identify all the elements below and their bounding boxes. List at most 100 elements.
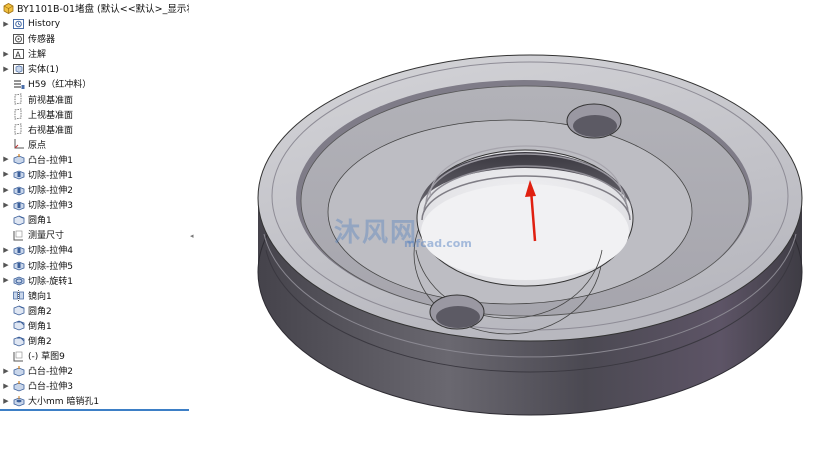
tree-item[interactable]: ▶ 测量尺寸 [0, 227, 189, 242]
tree-item[interactable]: ▶ 切除-旋转1 [0, 273, 189, 288]
expand-arrow-icon[interactable]: ▶ [0, 367, 12, 375]
sketch-icon [13, 230, 23, 241]
tree-item-label: 圆角1 [28, 216, 52, 227]
cut-extrude-icon [13, 186, 25, 196]
tree-item[interactable]: ▶ H59（红冲料） [0, 76, 189, 91]
tree-item[interactable]: ▶ 大小mm 暗销孔1 [0, 393, 189, 408]
tree-title-label: BY1101B-01堵盘 (默认<<默认>_显示状态 1> [17, 4, 189, 15]
part-icon [3, 3, 14, 14]
expand-arrow-icon[interactable]: ▶ [0, 186, 12, 194]
tree-item-label: 上视基准面 [28, 110, 74, 121]
solid-bodies-icon [13, 63, 24, 74]
tree-item-label: 倒角1 [28, 321, 52, 332]
tree-item[interactable]: ▶ 凸台-拉伸3 [0, 378, 189, 393]
expand-arrow-icon[interactable]: ▶ [0, 201, 12, 209]
spacer: ▶ [0, 140, 12, 148]
tree-item-label: 切除-拉伸4 [28, 246, 73, 257]
tree-item-label: 切除-拉伸5 [28, 261, 73, 272]
plane-icon [14, 123, 22, 135]
plane-icon [14, 108, 22, 120]
watermark-url: mfcad.com [404, 237, 472, 250]
expand-arrow-icon[interactable]: ▶ [0, 382, 12, 390]
tree-item[interactable]: ▶ 凸台-拉伸1 [0, 152, 189, 167]
spacer: ▶ [0, 95, 12, 103]
tree-item[interactable]: ▶ A 注解 [0, 46, 189, 61]
fillet-icon [13, 305, 25, 316]
tree-item-label: 实体(1) [28, 65, 59, 76]
tree-rollback-bar[interactable] [0, 409, 189, 411]
tree-item[interactable]: ▶ 切除-拉伸5 [0, 258, 189, 273]
tree-item-label: (-) 草图9 [28, 352, 65, 363]
tree-item-label: 切除-拉伸2 [28, 186, 73, 197]
cut-extrude-icon [13, 171, 25, 180]
expand-arrow-icon[interactable]: ▶ [0, 65, 12, 73]
tree-item[interactable]: ▶ 切除-拉伸4 [0, 242, 189, 257]
tree-item-label: 右视基准面 [28, 125, 74, 136]
tree-item[interactable]: ▶ 前视基准面 [0, 91, 189, 106]
expand-arrow-icon[interactable]: ▶ [0, 50, 12, 58]
tree-root-part[interactable]: BY1101B-01堵盘 (默认<<默认>_显示状态 1> [0, 0, 189, 16]
expand-arrow-icon[interactable]: ▶ [0, 397, 12, 405]
boss-extrude-icon [13, 380, 25, 392]
tree-item[interactable]: ▶ 圆角2 [0, 303, 189, 318]
spacer: ▶ [0, 125, 12, 133]
tree-item[interactable]: ▶ 圆角1 [0, 212, 189, 227]
tree-item-label: 原点 [28, 140, 47, 151]
tree-item[interactable]: ▶ 切除-拉伸2 [0, 182, 189, 197]
tree-item[interactable]: ▶ 倒角1 [0, 318, 189, 333]
collapse-handle-icon[interactable]: ◂ [190, 232, 194, 240]
plane-icon [14, 93, 22, 105]
tree-item-label: 凸台-拉伸3 [28, 382, 73, 393]
cut-extrude-icon [13, 201, 25, 211]
tree-item[interactable]: ▶ 凸台-拉伸2 [0, 363, 189, 378]
fillet-icon [13, 215, 25, 226]
tree-item[interactable]: ▶ 传感器 [0, 31, 189, 46]
expand-arrow-icon[interactable]: ▶ [0, 20, 12, 28]
spacer: ▶ [0, 231, 12, 239]
expand-arrow-icon[interactable]: ▶ [0, 261, 12, 269]
tree-item[interactable]: ▶ 切除-拉伸3 [0, 197, 189, 212]
spacer: ▶ [0, 337, 12, 345]
tree-item-label: 注解 [28, 50, 47, 61]
annotation-icon: A [13, 48, 24, 59]
tree-item[interactable]: ▶ 切除-拉伸1 [0, 167, 189, 182]
tree-item[interactable]: ▶ 上视基准面 [0, 107, 189, 122]
sketch-icon [13, 351, 23, 362]
tree-item-label: 测量尺寸 [28, 231, 65, 242]
tree-item-label: History [28, 18, 61, 29]
tree-item-label: 切除-拉伸3 [28, 201, 73, 212]
material-icon [14, 80, 25, 89]
cut-extrude-icon [13, 246, 25, 256]
feature-manager-tree: BY1101B-01堵盘 (默认<<默认>_显示状态 1> ▶ History ▶ 传… [0, 0, 190, 471]
spacer: ▶ [0, 80, 12, 88]
mirror-icon [13, 290, 24, 302]
spacer: ▶ [0, 321, 12, 329]
origin-icon [14, 139, 24, 149]
tree-item[interactable]: ▶ (-) 草图9 [0, 348, 189, 363]
expand-arrow-icon[interactable]: ▶ [0, 170, 12, 178]
tree-item[interactable]: ▶ 右视基准面 [0, 122, 189, 137]
tree-item[interactable]: ▶ 实体(1) [0, 61, 189, 76]
expand-arrow-icon[interactable]: ▶ [0, 276, 12, 284]
tree-item[interactable]: ▶ 倒角2 [0, 333, 189, 348]
spacer: ▶ [0, 35, 12, 43]
tree-item[interactable]: ▶ History [0, 16, 189, 31]
tree-item-label: 切除-旋转1 [28, 276, 73, 287]
tree-item-label: 凸台-拉伸2 [28, 367, 73, 378]
tree-item-label: 镜向1 [28, 291, 52, 302]
sensor-icon [13, 33, 24, 44]
expand-arrow-icon[interactable]: ▶ [0, 155, 12, 163]
tree-item[interactable]: ▶ 原点 [0, 137, 189, 152]
tree-list: ▶History▶传感器▶A注解▶实体(1)▶H59（红冲料）▶前视基准面▶上视… [0, 16, 189, 408]
tree-item[interactable]: ▶ 镜向1 [0, 288, 189, 303]
spacer: ▶ [0, 306, 12, 314]
graphics-viewport[interactable]: 沐风网 mfcad.com [194, 0, 820, 471]
expand-arrow-icon[interactable]: ▶ [0, 246, 12, 254]
svg-text:A: A [15, 50, 21, 59]
boss-extrude-icon [13, 365, 25, 377]
chamfer-icon [13, 336, 25, 346]
tree-item-label: 传感器 [28, 35, 56, 46]
tree-item-label: 倒角2 [28, 337, 52, 348]
tree-item-label: 圆角2 [28, 306, 52, 317]
tree-item-label: 凸台-拉伸1 [28, 155, 73, 166]
